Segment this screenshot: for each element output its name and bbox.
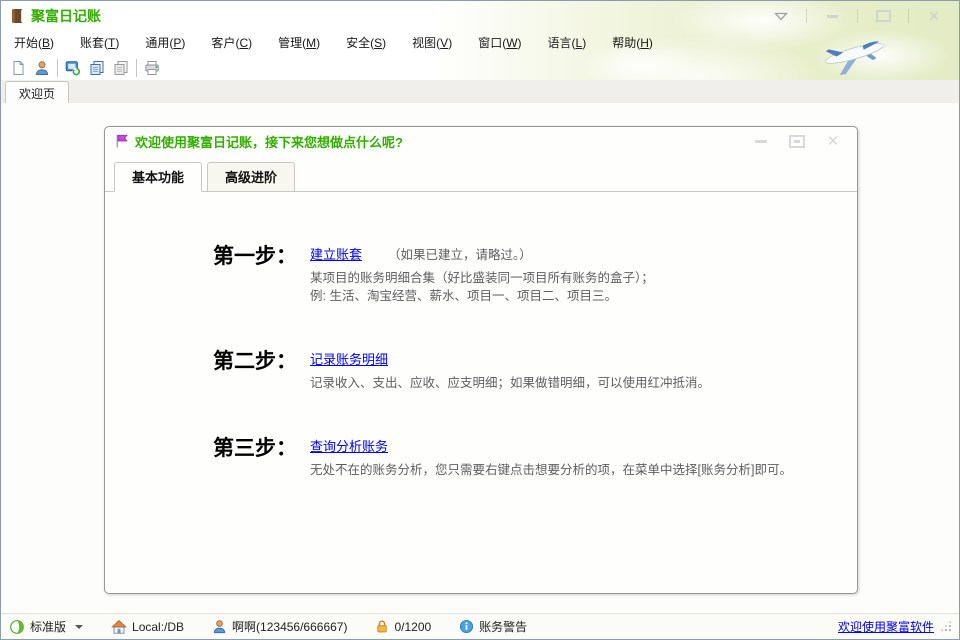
menu-item-customer[interactable]: 客户(C) <box>198 29 265 56</box>
menu-item-general[interactable]: 通用(P) <box>132 29 198 56</box>
welcome-child-window: 欢迎使用聚富日记账，接下来您想做点什么呢? ✕ 基本功能 高级进阶 第一步： 建… <box>104 126 858 594</box>
child-tab-bar: 基本功能 高级进阶 <box>105 155 857 192</box>
sync-button[interactable] <box>61 57 85 79</box>
close-button[interactable]: ✕ <box>923 8 945 24</box>
menu-item-help[interactable]: 帮助(H) <box>599 29 666 56</box>
app-logo-book-icon <box>9 8 25 24</box>
step-2-description: 记录收入、支出、应收、应支明细；如果做错明细，可以使用红冲抵消。 <box>310 376 711 390</box>
query-analysis-link[interactable]: 查询分析账务 <box>310 436 388 455</box>
new-file-icon <box>13 60 25 75</box>
tab-advanced[interactable]: 高级进阶 <box>207 162 296 192</box>
database-status[interactable]: Local:/DB <box>111 619 184 635</box>
step-3-label: 第三步： <box>213 436 297 460</box>
welcome-software-link[interactable]: 欢迎使用聚富软件 <box>838 618 934 635</box>
controls-divider <box>806 9 807 23</box>
child-window-title: 欢迎使用聚富日记账，接下来您想做点什么呢? <box>135 134 403 150</box>
resize-grip[interactable] <box>942 622 951 631</box>
tab-welcome-page[interactable]: 欢迎页 <box>5 81 70 104</box>
maximize-button[interactable] <box>872 8 894 24</box>
edition-icon <box>10 619 24 634</box>
user-status[interactable]: 啊啊(123456/666667) <box>212 618 347 635</box>
maximize-icon <box>875 10 891 22</box>
step-1-label: 第一步： <box>213 244 297 268</box>
steps-panel: 第一步： 建立账套 （如果已建立，请略过。） 某项目的账务明细合集（好比盛装同一… <box>105 192 857 479</box>
home-icon <box>111 619 127 634</box>
tab-basic-functions[interactable]: 基本功能 <box>114 162 203 192</box>
status-bar: 标准版 Local:/DB 啊啊(123456/666667) 0/1200 账… <box>1 613 959 639</box>
minimize-icon <box>826 14 838 18</box>
menu-item-window[interactable]: 窗口(W) <box>465 29 534 56</box>
child-window-controls: ✕ <box>751 132 847 150</box>
lock-icon <box>377 620 388 633</box>
user-icon <box>35 61 49 75</box>
user-icon <box>213 620 226 634</box>
step-2: 第二步： 记录账务明细 记录收入、支出、应收、应支明细；如果做错明细，可以使用红… <box>105 349 857 392</box>
menu-item-language[interactable]: 语言(L) <box>535 29 600 56</box>
step-2-label: 第二步： <box>213 349 297 373</box>
document-tab-strip: 欢迎页 <box>1 80 959 104</box>
menu-item-security[interactable]: 安全(S) <box>333 29 399 56</box>
printer-icon <box>145 61 159 75</box>
menu-item-view[interactable]: 视图(V) <box>399 29 465 56</box>
create-ledger-link[interactable]: 建立账套 <box>310 244 362 263</box>
step-1: 第一步： 建立账套 （如果已建立，请略过。） 某项目的账务明细合集（好比盛装同一… <box>105 244 857 305</box>
menu-item-start[interactable]: 开始(B) <box>1 29 67 56</box>
toolbar-divider <box>57 59 58 77</box>
close-icon: ✕ <box>826 132 840 150</box>
header-dropdown-button[interactable] <box>770 8 792 24</box>
close-icon: ✕ <box>928 8 940 24</box>
chevron-down-icon <box>75 624 84 629</box>
documents-icon <box>114 61 128 75</box>
menu-item-ledger[interactable]: 账套(T) <box>67 29 132 56</box>
record-details-link[interactable]: 记录账务明细 <box>310 349 388 368</box>
title-bar: 聚富日记账 ✕ <box>1 1 959 29</box>
child-close-button[interactable]: ✕ <box>823 132 843 150</box>
window-controls: ✕ <box>770 8 953 24</box>
maximize-icon <box>789 134 805 148</box>
flag-icon <box>115 134 128 148</box>
step-1-hint: （如果已建立，请略过。） <box>388 248 532 262</box>
toolbar-divider <box>136 59 137 77</box>
minimize-button[interactable] <box>821 8 843 24</box>
print-button[interactable] <box>140 57 164 79</box>
user-button[interactable] <box>30 57 54 79</box>
new-file-button[interactable] <box>6 57 30 79</box>
sync-message-icon <box>65 61 81 76</box>
quota-status[interactable]: 0/1200 <box>375 619 431 634</box>
menu-item-manage[interactable]: 管理(M) <box>265 29 333 56</box>
documents-button[interactable] <box>109 57 133 79</box>
controls-divider <box>908 9 909 23</box>
child-title-bar: 欢迎使用聚富日记账，接下来您想做点什么呢? ✕ <box>105 127 857 155</box>
step-3-description: 无处不在的账务分析，您只需要右键点击想要分析的项，在菜单中选择[账务分析]即可。 <box>310 463 792 477</box>
header: 聚富日记账 ✕ 开始(B) 账套(T) 通用(P) 客户(C) 管理(M) 安全… <box>1 1 959 81</box>
child-maximize-button[interactable] <box>787 134 807 148</box>
edition-selector[interactable]: 标准版 <box>9 618 84 635</box>
copy-icon <box>90 61 104 75</box>
info-icon <box>460 619 474 634</box>
child-minimize-button[interactable] <box>751 134 771 148</box>
airplane-image <box>804 27 904 77</box>
app-window: 聚富日记账 ✕ 开始(B) 账套(T) 通用(P) 客户(C) 管理(M) 安全… <box>0 0 960 640</box>
app-title: 聚富日记账 <box>31 8 101 24</box>
step-3: 第三步： 查询分析账务 无处不在的账务分析，您只需要右键点击想要分析的项，在菜单… <box>105 436 857 479</box>
minimize-icon <box>755 139 767 143</box>
copy-button[interactable] <box>85 57 109 79</box>
controls-divider <box>857 9 858 23</box>
step-1-description: 某项目的账务明细合集（好比盛装同一项目所有账务的盒子）； 例: 生活、淘宝经营、… <box>310 271 654 303</box>
account-warning[interactable]: 账务警告 <box>459 618 527 635</box>
